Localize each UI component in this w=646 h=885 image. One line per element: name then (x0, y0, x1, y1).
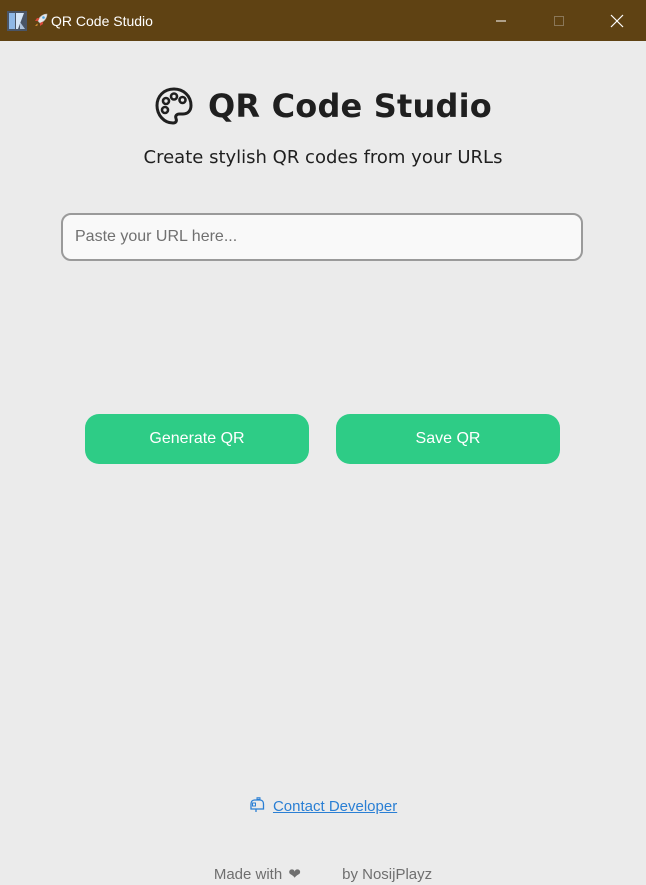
header: QR Code Studio (0, 84, 646, 128)
close-icon (610, 14, 624, 27)
window-title-text: QR Code Studio (51, 13, 153, 29)
rocket-icon (33, 12, 51, 29)
footer-made-with: Made with (213, 866, 283, 883)
page-subtitle: Create stylish QR codes from your URLs (143, 147, 503, 168)
footer: Made with ❤ by NosijPlayz (0, 865, 646, 883)
title-bar: QR Code Studio (0, 0, 646, 41)
minimize-button[interactable] (472, 0, 530, 41)
maximize-button[interactable] (530, 0, 588, 41)
url-input[interactable] (61, 213, 583, 261)
maximize-icon (554, 15, 564, 26)
close-button[interactable] (588, 0, 646, 41)
save-qr-button[interactable]: Save QR (336, 414, 560, 464)
contact-developer-label[interactable]: Contact Developer (273, 798, 397, 815)
app-logo-icon (7, 11, 27, 31)
minimize-icon (496, 20, 506, 21)
footer-author: by NosijPlayz (342, 866, 433, 883)
page-title: QR Code Studio (208, 87, 492, 125)
mailbox-icon (249, 797, 269, 815)
contact-developer-link[interactable]: Contact Developer (0, 797, 646, 815)
window-title: QR Code Studio (33, 12, 153, 29)
generate-qr-button[interactable]: Generate QR (85, 414, 309, 464)
palette-icon (155, 87, 193, 125)
heart-icon: ❤ (288, 866, 301, 883)
